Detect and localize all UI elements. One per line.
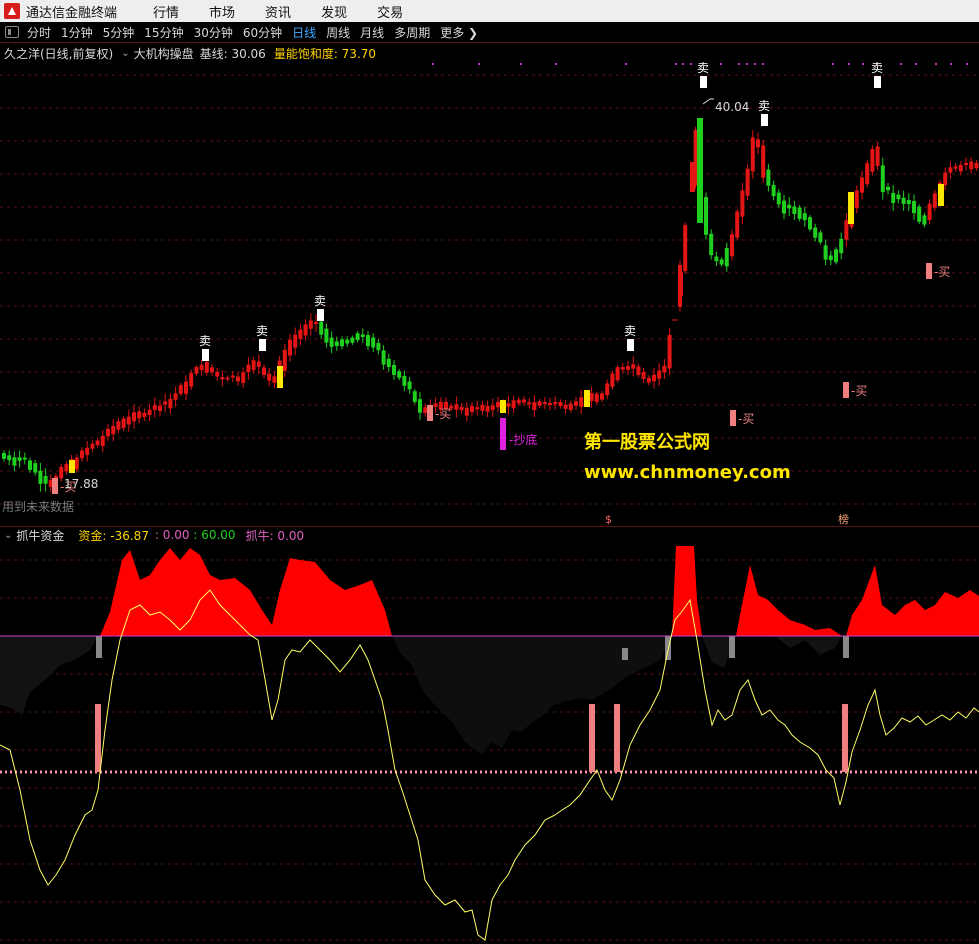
fund-indicator-chart[interactable] [0,0,979,944]
neutral-bar [843,636,849,658]
fund-area-positive [736,565,842,636]
fund-area-positive [672,546,702,636]
neutral-bar [96,636,102,658]
fund-area-positive [100,548,392,636]
buy-bar [589,704,595,772]
fund-area-negative [0,636,98,715]
fund-area-negative [392,636,672,754]
buy-bar [842,704,848,772]
neutral-bar [729,636,735,658]
buy-bar [614,704,620,772]
fund-area-negative [775,636,842,655]
buy-bar [95,704,101,772]
neutral-bar [622,648,628,660]
fund-area-positive [846,565,979,636]
